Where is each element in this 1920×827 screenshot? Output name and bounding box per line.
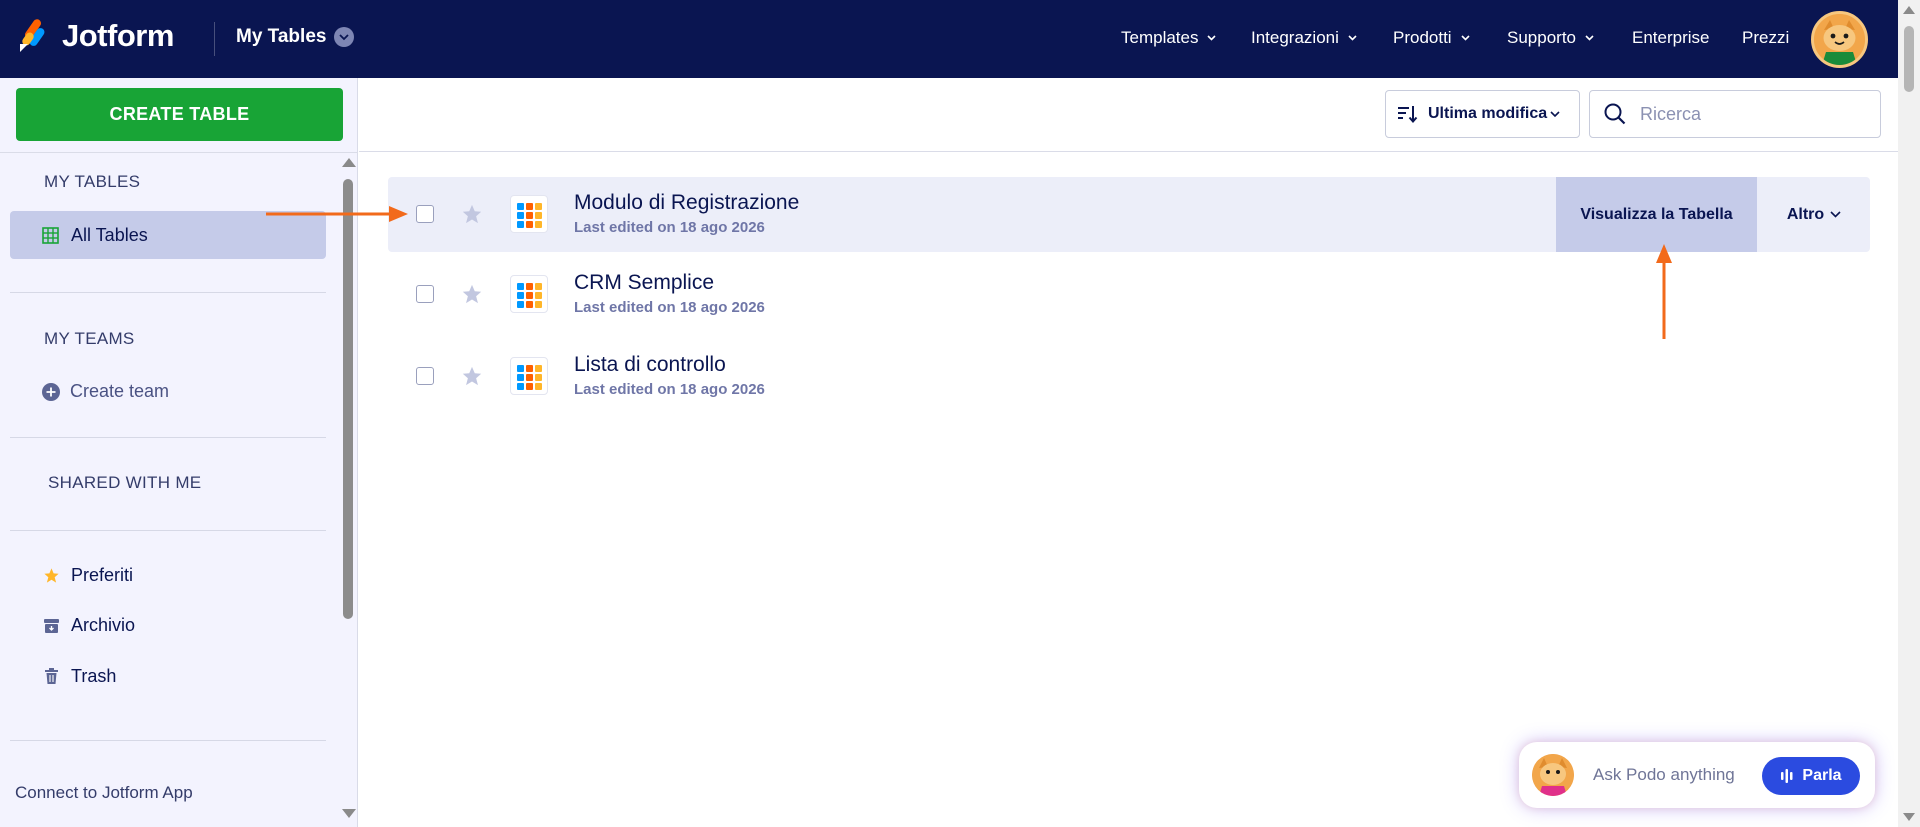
search-box[interactable]	[1589, 90, 1881, 138]
sidebar-divider	[10, 437, 326, 438]
nav-label: Supporto	[1507, 28, 1576, 47]
scroll-up-arrow-icon[interactable]	[342, 158, 356, 167]
table-app-icon	[510, 275, 548, 313]
table-last-edited: Last edited on 18 ago 2026	[574, 299, 765, 316]
toolbar-divider	[359, 151, 1898, 152]
chevron-down-icon	[334, 27, 355, 47]
nav-supporto[interactable]: Supporto	[1507, 28, 1594, 48]
nav-prodotti[interactable]: Prodotti	[1393, 28, 1470, 48]
create-table-button[interactable]: CREATE TABLE	[16, 88, 343, 141]
chevron-down-icon	[1550, 110, 1560, 117]
scroll-down-arrow-icon[interactable]	[342, 809, 356, 818]
archive-icon	[42, 617, 60, 635]
table-title[interactable]: CRM Semplice	[574, 271, 714, 295]
sidebar-item-all-tables[interactable]: All Tables	[10, 211, 326, 259]
top-navigation-bar: Jotform My Tables Templates Integrazioni…	[0, 0, 1920, 78]
nav-templates[interactable]: Templates	[1121, 28, 1217, 48]
sidebar-divider	[10, 292, 326, 293]
star-icon[interactable]	[461, 203, 483, 230]
sidebar: CREATE TABLE MY TABLES All Tables MY TEA…	[0, 78, 358, 827]
row-checkbox[interactable]	[416, 367, 434, 385]
jotform-logo[interactable]: Jotform	[18, 18, 174, 54]
table-app-icon	[510, 357, 548, 395]
table-title[interactable]: Lista di controllo	[574, 353, 726, 377]
sort-dropdown[interactable]: Ultima modifica	[1385, 90, 1580, 138]
table-app-icon	[510, 195, 548, 233]
podo-avatar	[1532, 754, 1574, 796]
podo-assistant-widget[interactable]: Ask Podo anything Parla	[1519, 742, 1875, 808]
talk-button[interactable]: Parla	[1762, 757, 1860, 795]
page-title: My Tables	[236, 26, 327, 47]
my-teams-heading: MY TEAMS	[44, 329, 135, 348]
scroll-down-arrow-icon[interactable]	[1903, 813, 1915, 821]
table-row[interactable]: Modulo di Registrazione Last edited on 1…	[388, 177, 1870, 252]
more-options-button[interactable]: Altro	[1774, 177, 1854, 252]
star-icon[interactable]	[461, 365, 483, 392]
chevron-down-icon	[1830, 211, 1841, 218]
window-scroll-thumb[interactable]	[1904, 26, 1914, 92]
connect-to-app-link[interactable]: Connect to Jotform App	[15, 783, 193, 803]
my-tables-heading: MY TABLES	[44, 172, 141, 191]
row-checkbox[interactable]	[416, 205, 434, 223]
nav-label: Integrazioni	[1251, 28, 1339, 47]
sort-icon	[1397, 104, 1419, 124]
table-row[interactable]: Lista di controllo Last edited on 18 ago…	[388, 339, 1870, 414]
voice-wave-icon	[1780, 769, 1794, 783]
jotform-logo-icon	[20, 19, 45, 52]
sidebar-item-archivio[interactable]: Archivio	[42, 615, 135, 636]
window-scrollbar[interactable]	[1898, 0, 1920, 827]
podo-mascot-avatar-icon	[1814, 14, 1865, 65]
table-title[interactable]: Modulo di Registrazione	[574, 191, 799, 215]
sidebar-item-label: Preferiti	[71, 565, 134, 585]
brand-name: Jotform	[62, 18, 174, 53]
sidebar-scrollbar[interactable]	[339, 78, 357, 827]
table-row[interactable]: CRM Semplice Last edited on 18 ago 2026	[388, 257, 1870, 332]
view-table-button[interactable]: Visualizza la Tabella	[1556, 177, 1757, 252]
table-last-edited: Last edited on 18 ago 2026	[574, 381, 765, 398]
plus-circle-icon	[42, 382, 60, 401]
table-last-edited: Last edited on 18 ago 2026	[574, 219, 765, 236]
nav-label: Templates	[1121, 28, 1199, 47]
sidebar-item-trash[interactable]: Trash	[42, 666, 116, 687]
sidebar-item-label: Trash	[71, 666, 117, 686]
nav-prezzi[interactable]: Prezzi	[1742, 28, 1789, 48]
podo-mascot-icon	[1532, 754, 1574, 796]
star-icon[interactable]	[461, 283, 483, 310]
nav-integrazioni[interactable]: Integrazioni	[1251, 28, 1357, 48]
sidebar-divider	[10, 530, 326, 531]
sidebar-item-preferiti[interactable]: Preferiti	[42, 565, 133, 586]
talk-button-label: Parla	[1802, 767, 1842, 784]
create-team-link[interactable]: Create team	[42, 381, 169, 402]
search-input[interactable]	[1640, 103, 1860, 125]
header-divider	[214, 22, 215, 56]
chevron-down-icon	[1461, 35, 1470, 41]
nav-label: Enterprise	[1632, 28, 1710, 47]
create-team-label: Create team	[70, 381, 170, 401]
table-grid-icon	[42, 226, 59, 244]
sidebar-item-label: Archivio	[71, 615, 136, 635]
sidebar-item-label: All Tables	[71, 224, 148, 245]
user-avatar[interactable]	[1811, 11, 1868, 68]
chevron-down-icon	[1207, 35, 1217, 41]
scroll-up-arrow-icon[interactable]	[1903, 6, 1915, 14]
star-icon	[42, 567, 60, 585]
chevron-down-icon	[1585, 35, 1594, 41]
podo-input-placeholder[interactable]: Ask Podo anything	[1593, 765, 1735, 785]
nav-label: Prezzi	[1742, 28, 1790, 47]
sidebar-divider	[0, 152, 358, 153]
search-icon	[1604, 103, 1626, 125]
shared-with-me-heading[interactable]: SHARED WITH ME	[48, 473, 201, 493]
chevron-down-icon	[1348, 35, 1357, 41]
sidebar-divider	[10, 740, 326, 741]
sidebar-scroll-thumb[interactable]	[343, 179, 353, 619]
row-checkbox[interactable]	[416, 285, 434, 303]
more-label: Altro	[1786, 205, 1825, 223]
nav-enterprise[interactable]: Enterprise	[1632, 28, 1709, 48]
sort-label: Ultima modifica	[1428, 105, 1548, 122]
trash-icon	[42, 668, 60, 686]
my-tables-dropdown[interactable]: My Tables	[236, 26, 355, 48]
nav-label: Prodotti	[1393, 28, 1452, 47]
